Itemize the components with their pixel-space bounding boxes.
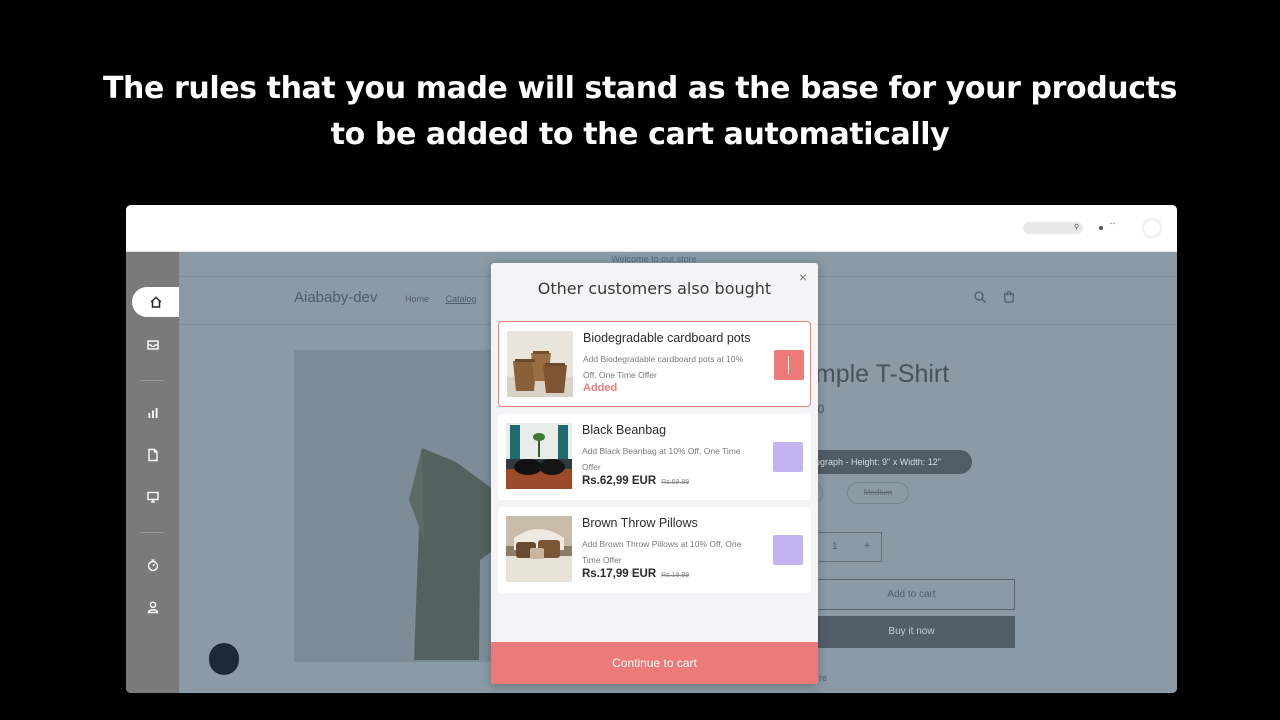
offer-card[interactable]: Biodegradable cardboard pots Add Biodegr… bbox=[498, 321, 811, 407]
continue-to-cart-button[interactable]: Continue to cart bbox=[491, 642, 818, 684]
user-icon bbox=[147, 601, 158, 614]
offer-name: Biodegradable cardboard pots bbox=[583, 331, 751, 345]
offer-price: Rs.62,99 EUR Rs.69.99 bbox=[582, 475, 689, 487]
product-title: ample T-Shirt bbox=[801, 360, 950, 388]
sidebar-item-timer[interactable] bbox=[126, 550, 179, 580]
avatar[interactable] bbox=[1142, 218, 1162, 238]
chat-launcher[interactable] bbox=[209, 643, 239, 675]
offer-sale-price: Rs.17,99 EUR bbox=[582, 568, 657, 580]
offer-price: Rs.17,99 EUR Rs.19.99 bbox=[582, 568, 689, 580]
topbar-user-label[interactable]: ▪ ▪ bbox=[1110, 221, 1115, 227]
product-thumbnail bbox=[506, 516, 572, 582]
offer-description: Add Biodegradable cardboard pots at 10% … bbox=[583, 354, 744, 380]
offer-sale-price: Rs.62,99 EUR bbox=[582, 475, 657, 487]
bar-chart-icon bbox=[148, 408, 157, 418]
store-logo[interactable]: Aiababy-dev bbox=[294, 289, 377, 306]
close-icon[interactable]: × bbox=[799, 269, 807, 285]
sidebar-item-inbox[interactable] bbox=[126, 330, 179, 360]
tshirt-illustration bbox=[294, 350, 494, 662]
offer-name: Brown Throw Pillows bbox=[582, 516, 698, 530]
headline-line-2: to be added to the cart automatically bbox=[330, 117, 950, 152]
offer-toggle[interactable] bbox=[773, 442, 803, 472]
timer-icon bbox=[147, 559, 158, 572]
topbar-search-input[interactable]: ⚲ bbox=[1023, 222, 1083, 234]
add-to-cart-button[interactable]: Add to cart bbox=[808, 579, 1015, 610]
offer-status-added: Added bbox=[583, 382, 618, 394]
more-link[interactable]: re bbox=[819, 673, 827, 683]
sidebar-item-home[interactable] bbox=[132, 287, 179, 317]
cart-icon[interactable] bbox=[1002, 290, 1016, 304]
store-nav: Home Catalog bbox=[405, 294, 491, 304]
sidebar-divider bbox=[140, 380, 164, 381]
search-icon: ⚲ bbox=[1073, 224, 1079, 231]
home-icon bbox=[149, 296, 162, 308]
offer-toggle[interactable] bbox=[773, 535, 803, 565]
sidebar-item-analytics[interactable] bbox=[126, 398, 179, 428]
cardboard-pots-image bbox=[507, 331, 573, 397]
offer-original-price: Rs.19.99 bbox=[661, 572, 690, 579]
offer-toggle[interactable] bbox=[774, 350, 804, 380]
sidebar-item-account[interactable] bbox=[126, 592, 179, 622]
search-icon[interactable] bbox=[973, 290, 987, 304]
throw-pillows-image bbox=[506, 516, 572, 582]
upsell-modal: Other customers also bought × Biodegrada… bbox=[491, 263, 818, 684]
headline: The rules that you made will stand as th… bbox=[0, 66, 1280, 158]
offer-description: Add Brown Throw Pillows at 10% Off, One … bbox=[582, 539, 742, 565]
product-thumbnail bbox=[506, 423, 572, 489]
quantity-value[interactable]: 1 bbox=[832, 541, 838, 552]
nav-home[interactable]: Home bbox=[405, 294, 429, 304]
sidebar bbox=[126, 252, 179, 693]
nav-catalog[interactable]: Catalog bbox=[446, 294, 477, 304]
product-image bbox=[294, 350, 494, 662]
quantity-increase-button[interactable]: + bbox=[864, 541, 870, 552]
offer-name: Black Beanbag bbox=[582, 423, 667, 437]
sidebar-item-storefront[interactable] bbox=[126, 482, 179, 512]
offer-card[interactable]: Brown Throw Pillows Add Brown Throw Pill… bbox=[498, 507, 811, 593]
app-topbar: ⚲ ▪ ▪ bbox=[126, 205, 1177, 252]
black-beanbag-image bbox=[506, 423, 572, 489]
sidebar-item-documents[interactable] bbox=[126, 440, 179, 470]
offer-description: Add Black Beanbag at 10% Off, One Time O… bbox=[582, 446, 741, 472]
product-thumbnail bbox=[507, 331, 573, 397]
buy-now-button[interactable]: Buy it now bbox=[808, 616, 1015, 648]
offer-original-price: Rs.69.99 bbox=[661, 479, 690, 486]
status-dot bbox=[1099, 226, 1103, 230]
variant-option-unavailable[interactable]: Medium bbox=[847, 482, 909, 504]
modal-title: Other customers also bought bbox=[537, 279, 772, 298]
inbox-icon bbox=[146, 340, 159, 350]
headline-line-1: The rules that you made will stand as th… bbox=[102, 71, 1178, 106]
sidebar-divider bbox=[140, 532, 164, 533]
document-icon bbox=[147, 448, 158, 462]
offer-card[interactable]: Black Beanbag Add Black Beanbag at 10% O… bbox=[498, 414, 811, 500]
monitor-icon bbox=[146, 491, 159, 503]
